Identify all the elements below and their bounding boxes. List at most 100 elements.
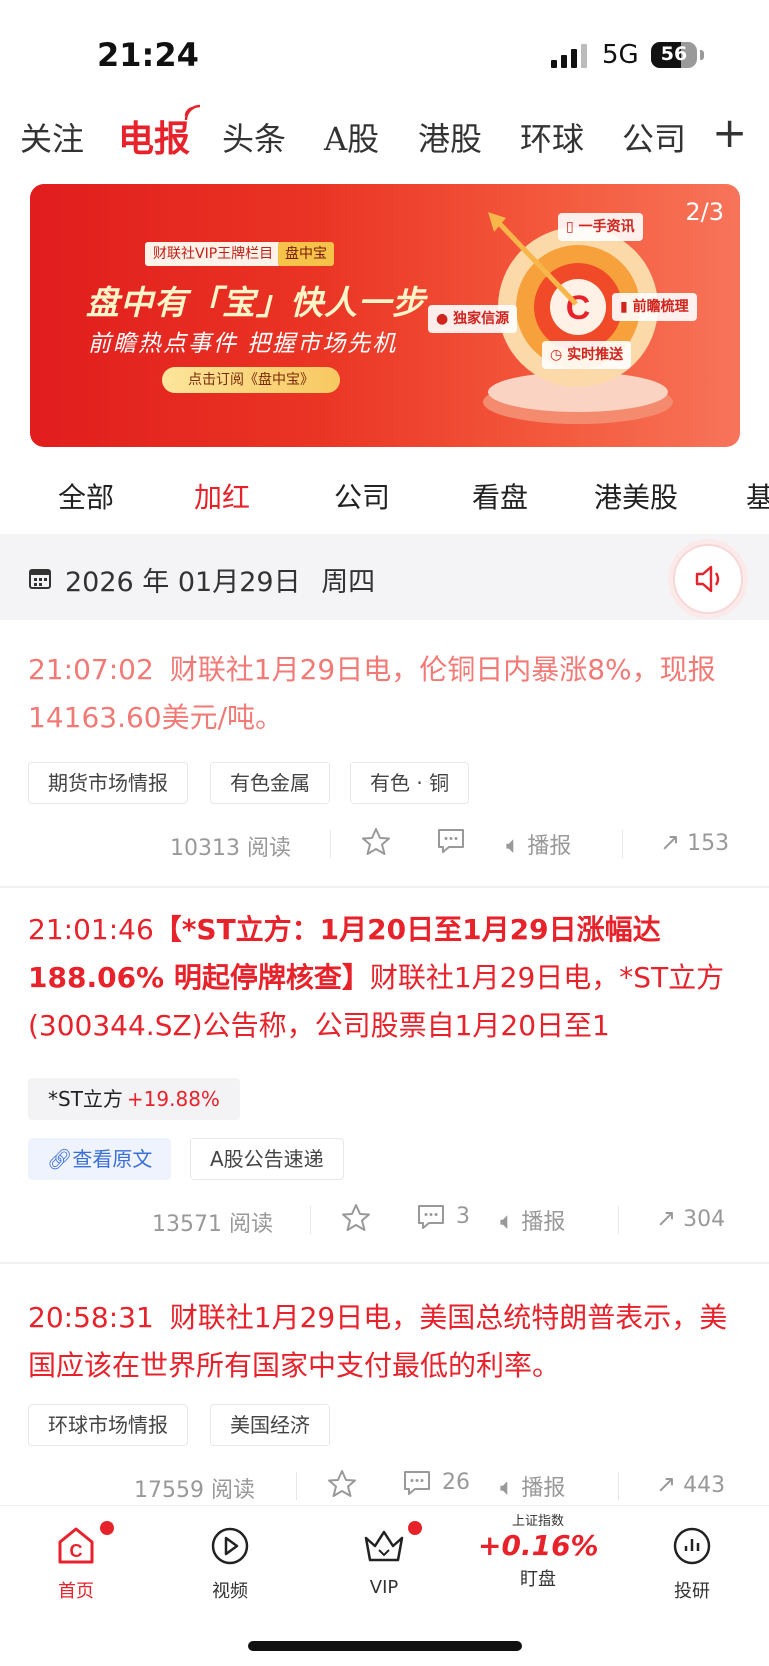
date-bar: 2026 年 01月29日 周四 [0,534,769,620]
banner-feature-preview: ▮ 前瞻梳理 [612,293,697,321]
speaker-icon [695,565,720,593]
subtab-market[interactable]: 看盘 [472,476,528,516]
banner-feature-exclusive: ● 独家信源 [428,305,518,333]
share-button[interactable]: ↗︎ 304 [656,1204,725,1232]
live-wave-icon [184,104,201,121]
nav-watch-label: 盯盘 [520,1569,556,1590]
news-tag[interactable]: 美国经济 [210,1404,330,1446]
home-logo-icon: C [58,1527,94,1564]
tab-telegraph[interactable]: 电报 [118,104,201,162]
comment-icon[interactable] [416,1202,446,1232]
banner-feature-realtime: ◷ 实时推送 [542,341,632,369]
nav-research[interactable]: 投研 [632,1524,752,1603]
banner-subscribe-button[interactable]: 点击订阅《盘中宝》 [162,367,340,393]
view-original-link[interactable]: 🔗︎查看原文 [28,1138,172,1180]
news-time: 20:58:31 [28,1301,154,1334]
share-icon: ↗︎ [656,1204,677,1232]
nav-video-label: 视频 [212,1581,248,1602]
tab-global[interactable]: 环球 [520,114,584,160]
share-count: 304 [683,1207,726,1232]
broadcast-label: 播报 [521,1210,566,1235]
share-button[interactable]: ↗︎ 443 [656,1470,725,1498]
news-divider [0,886,769,888]
notification-dot [100,1521,114,1535]
battery-tip [700,50,704,60]
news-tag[interactable]: 环球市场情报 [28,1404,188,1446]
add-tab-icon[interactable]: + [712,108,747,157]
banner-tag: 财联社VIP王牌栏目 [145,242,282,266]
battery-icon: 56 [651,42,697,68]
nav-watch[interactable]: 上证指数 +0.16% 盯盘 [478,1510,599,1591]
news-time: 21:07:02 [28,653,154,686]
broadcast-all-button[interactable] [673,544,743,614]
news-meta: 17559 阅读 26 🔈︎ 播报 ↗︎ 443 [0,1468,769,1508]
promo-banner[interactable]: 2/3 财联社VIP王牌栏目 盘中宝 盘中有「宝」快人一步 前瞻热点事件 把握市… [30,184,740,447]
broadcast-label: 播报 [521,1476,566,1501]
banner-subtitle: 前瞻热点事件 把握市场先机 [88,331,398,357]
news-tag[interactable]: 期货市场情报 [28,762,188,804]
comment-icon[interactable] [402,1468,432,1498]
subtab-hk-us[interactable]: 港美股 [594,476,678,516]
news-headline: 20:58:31 财联社1月29日电，美国总统特朗普表示，美国应该在世界所有国家中… [28,1294,749,1390]
status-time: 21:24 [97,36,199,74]
comment-count: 3 [456,1204,470,1229]
subtab-fund[interactable]: 基 [746,476,769,516]
read-count: 13571 阅读 [152,1206,273,1238]
banner-title: 盘中有「宝」快人一步 [86,283,426,322]
news-time: 21:01:46 [28,913,154,946]
subtab-all[interactable]: 全部 [58,476,114,516]
share-button[interactable]: ↗︎ 153 [660,828,729,856]
banner-feature-label: 实时推送 [567,347,624,363]
notification-dot [408,1521,422,1535]
news-tag[interactable]: A股公告速递 [190,1138,344,1180]
date-value: 2026 年 01月29日 [65,567,301,598]
stock-chip[interactable]: *ST立方 +19.88% [28,1078,240,1120]
news-divider [0,1262,769,1264]
nav-video[interactable]: 视频 [170,1524,290,1603]
tab-telegraph-label: 电报 [118,118,191,160]
tab-headlines[interactable]: 头条 [222,114,286,160]
date-label: 2026 年 01月29日 周四 [65,560,375,599]
tab-hk-stocks[interactable]: 港股 [418,114,482,160]
favorite-star-icon[interactable] [340,1202,372,1234]
nav-vip[interactable]: VIP [324,1524,444,1598]
signal-icon [551,44,587,68]
banner-feature-label: 前瞻梳理 [632,299,689,315]
tab-follow[interactable]: 关注 [20,114,84,160]
tab-a-shares[interactable]: A股 [324,114,379,160]
tab-company[interactable]: 公司 [622,114,686,160]
broadcast-button[interactable]: 🔈︎ 播报 [506,828,571,860]
sub-tabs: 全部 加红 公司 看盘 港美股 基 [0,466,769,526]
news-tag[interactable]: 有色 · 铜 [350,762,470,804]
view-original-label: 查看原文 [72,1147,153,1171]
crown-icon [364,1530,404,1562]
svg-text:C: C [70,1541,83,1561]
favorite-star-icon[interactable] [326,1468,358,1500]
index-label: 上证指数 [511,1514,564,1529]
link-icon: 🔗︎ [47,1147,73,1171]
read-count-value: 17559 [134,1478,204,1503]
banner-feature-label: 独家信源 [453,311,510,327]
share-count: 443 [683,1473,726,1498]
speaker-small-icon: 🔈︎ [500,1207,515,1235]
broadcast-button[interactable]: 🔈︎ 播报 [500,1204,565,1236]
nav-home[interactable]: C 首页 [16,1524,136,1603]
banner-tag-highlight: 盘中宝 [278,242,334,266]
favorite-star-icon[interactable] [360,826,392,858]
news-tag[interactable]: 有色金属 [210,762,330,804]
nav-vip-label: VIP [369,1577,399,1598]
news-headline: 21:01:46【*ST立方：1月20日至1月29日涨幅达188.06% 明起停… [28,906,749,1050]
broadcast-button[interactable]: 🔈︎ 播报 [500,1470,565,1502]
read-label: 阅读 [247,836,292,861]
subtab-red[interactable]: 加红 [194,476,250,516]
weekday: 周四 [321,567,376,598]
comment-icon[interactable] [436,826,466,856]
speaker-small-icon: 🔈︎ [500,1473,515,1501]
banner-feature-first-hand: ▯ 一手资讯 [558,213,643,241]
read-label: 阅读 [229,1212,274,1237]
research-chart-icon [673,1527,711,1565]
news-meta: 10313 阅读 🔈︎ 播报 ↗︎ 153 [0,826,769,866]
subtab-company[interactable]: 公司 [334,476,390,516]
video-play-icon [211,1527,249,1565]
home-indicator[interactable] [248,1641,522,1651]
